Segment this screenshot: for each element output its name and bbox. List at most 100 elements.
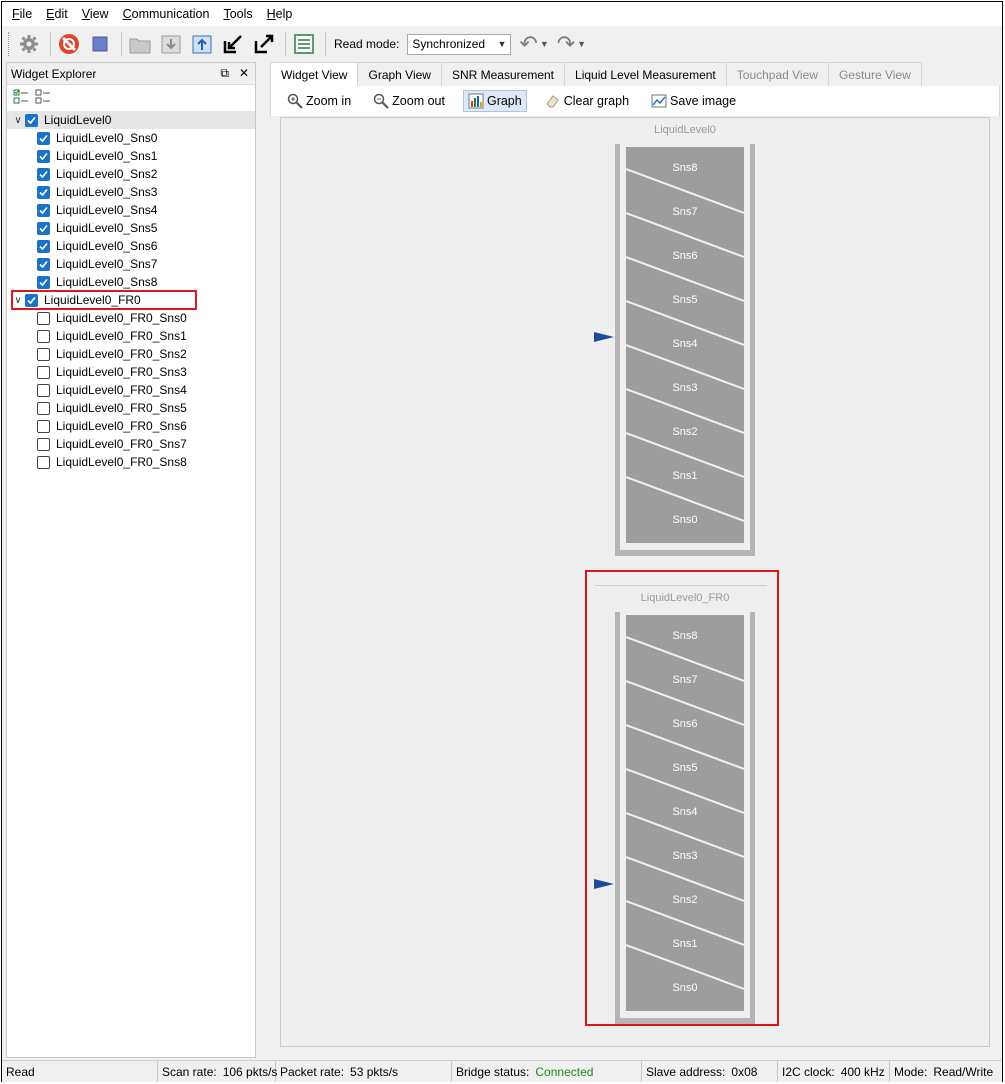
uncheck-all-icon[interactable]	[35, 89, 51, 108]
checkbox[interactable]	[25, 113, 38, 127]
checkbox[interactable]	[37, 131, 50, 145]
tree-item-row[interactable]: LiquidLevel0_Sns8	[7, 273, 255, 291]
checkbox[interactable]	[37, 437, 50, 451]
tab-widget-view[interactable]: Widget View	[270, 62, 359, 86]
disconnect-icon[interactable]	[57, 32, 81, 56]
import-arrow-icon[interactable]	[221, 32, 245, 56]
tree-item-row[interactable]: LiquidLevel0_Sns4	[7, 201, 255, 219]
view-toolbar: Zoom in Zoom out Graph Clear graph Save …	[270, 86, 1000, 116]
checkbox[interactable]	[37, 149, 50, 163]
status-i2c-clock: I2C clock: 400 kHz	[778, 1061, 890, 1082]
tank-wall-right	[750, 144, 755, 554]
log-document-icon[interactable]	[292, 32, 316, 56]
tree-group-row[interactable]: ∨ LiquidLevel0	[7, 111, 255, 129]
tab-touchpad-view[interactable]: Touchpad View	[725, 62, 829, 86]
tree-item-row[interactable]: LiquidLevel0_Sns3	[7, 183, 255, 201]
liquid-level-widget[interactable]: Sns8 Sns7 Sns6 Sns5 Sns4 Sns3 Sns2 Sns1 Sns0	[615, 144, 755, 556]
menu-communication[interactable]: Communication	[123, 7, 210, 21]
checkbox[interactable]	[37, 221, 50, 235]
tree-item-row[interactable]: LiquidLevel0_Sns5	[7, 219, 255, 237]
checkbox[interactable]	[37, 329, 50, 343]
segment-label: Sns2	[672, 426, 698, 438]
tab-gesture-view[interactable]: Gesture View	[827, 62, 922, 86]
tree-item-row[interactable]: LiquidLevel0_FR0_Sns3	[7, 363, 255, 381]
checkbox[interactable]	[37, 311, 50, 325]
checkbox[interactable]	[37, 203, 50, 217]
tree-item-row[interactable]: LiquidLevel0_FR0_Sns0	[7, 309, 255, 327]
tank-bottom	[615, 550, 755, 556]
checkbox[interactable]	[37, 167, 50, 181]
tree-item-row[interactable]: LiquidLevel0_Sns6	[7, 237, 255, 255]
segment-label: Sns7	[672, 206, 698, 218]
menu-tools[interactable]: Tools	[223, 7, 252, 21]
menu-file[interactable]: File	[12, 7, 32, 21]
tab-graph-view[interactable]: Graph View	[357, 62, 442, 86]
import-down-icon[interactable]	[159, 32, 183, 56]
checkbox[interactable]	[37, 419, 50, 433]
checkbox[interactable]	[37, 365, 50, 379]
export-up-icon[interactable]	[190, 32, 214, 56]
export-arrow-icon[interactable]	[252, 32, 276, 56]
checkbox[interactable]	[37, 383, 50, 397]
tree-item-row[interactable]: LiquidLevel0_Sns0	[7, 129, 255, 147]
redo-icon[interactable]: ↷	[557, 33, 575, 55]
close-icon[interactable]: ✕	[239, 66, 249, 81]
segment-label: Sns6	[672, 718, 698, 730]
tree-item-row[interactable]: LiquidLevel0_Sns7	[7, 255, 255, 273]
checkbox[interactable]	[37, 239, 50, 253]
checkbox[interactable]	[37, 275, 50, 289]
tree-group-row[interactable]: ∨ LiquidLevel0_FR0	[7, 290, 255, 310]
undo-icon[interactable]: ↶	[519, 33, 537, 55]
tank-bottom	[615, 1018, 755, 1024]
liquid-level-widget[interactable]: Sns8 Sns7 Sns6 Sns5 Sns4 Sns3 Sns2 Sns1 Sns0	[615, 612, 755, 1024]
redo-dropdown-icon[interactable]: ▼	[577, 39, 586, 49]
main-view: Widget View Graph View SNR Measurement Liqu…	[270, 62, 1000, 1058]
checkbox[interactable]	[25, 293, 38, 307]
tab-liquid-level-measurement[interactable]: Liquid Level Measurement	[564, 62, 727, 86]
tree-item-row[interactable]: LiquidLevel0_FR0_Sns1	[7, 327, 255, 345]
settings-gear-icon[interactable]	[17, 32, 41, 56]
open-folder-icon[interactable]	[128, 32, 152, 56]
tree-item-label: LiquidLevel0_Sns0	[56, 131, 158, 145]
tree-item-row[interactable]: LiquidLevel0_FR0_Sns8	[7, 453, 255, 471]
check-all-icon[interactable]	[13, 89, 29, 108]
tree-item-row[interactable]: LiquidLevel0_FR0_Sns6	[7, 417, 255, 435]
graph-toggle-button[interactable]: Graph	[462, 90, 527, 112]
toolbar-separator	[325, 32, 326, 56]
tab-snr-measurement[interactable]: SNR Measurement	[440, 62, 566, 86]
chevron-down-icon[interactable]: ∨	[11, 115, 25, 126]
float-panel-icon[interactable]: ⧉	[220, 66, 229, 81]
tree-item-row[interactable]: LiquidLevel0_Sns1	[7, 147, 255, 165]
menu-help[interactable]: Help	[267, 7, 293, 21]
segment-label: Sns6	[672, 250, 698, 262]
scan-rate-value: 106 pkts/s	[222, 1064, 278, 1079]
menu-edit[interactable]: Edit	[46, 7, 68, 21]
app-window: File Edit View Communication Tools Help	[1, 1, 1003, 1082]
zoom-out-button[interactable]: Zoom out	[369, 91, 449, 111]
chevron-down-icon[interactable]: ∨	[11, 295, 25, 306]
tree-item-label: LiquidLevel0_Sns3	[56, 185, 158, 199]
tree-item-label: LiquidLevel0_Sns4	[56, 203, 158, 217]
tank-wall-left	[615, 144, 620, 554]
read-mode-select[interactable]: Synchronized ▼	[407, 33, 512, 55]
tree-item-label: LiquidLevel0_FR0_Sns6	[56, 419, 187, 433]
tree-item-row[interactable]: LiquidLevel0_FR0_Sns5	[7, 399, 255, 417]
tree-item-row[interactable]: LiquidLevel0_Sns2	[7, 165, 255, 183]
tree-item-row[interactable]: LiquidLevel0_FR0_Sns7	[7, 435, 255, 453]
clear-graph-button[interactable]: Clear graph	[541, 91, 633, 111]
save-image-button[interactable]: Save image	[647, 91, 740, 111]
checkbox[interactable]	[37, 401, 50, 415]
tree-item-row[interactable]: LiquidLevel0_FR0_Sns2	[7, 345, 255, 363]
checkbox[interactable]	[37, 455, 50, 469]
stop-icon[interactable]	[88, 32, 112, 56]
checkbox[interactable]	[37, 347, 50, 361]
checkbox[interactable]	[37, 257, 50, 271]
slave-address-value: 0x08	[731, 1064, 758, 1079]
undo-dropdown-icon[interactable]: ▼	[540, 39, 549, 49]
checkbox[interactable]	[37, 185, 50, 199]
toolbar-separator	[50, 32, 51, 56]
menu-view[interactable]: View	[82, 7, 109, 21]
zoom-in-button[interactable]: Zoom in	[283, 91, 355, 111]
tree-item-row[interactable]: LiquidLevel0_FR0_Sns4	[7, 381, 255, 399]
zoom-in-label: Zoom in	[306, 94, 352, 108]
